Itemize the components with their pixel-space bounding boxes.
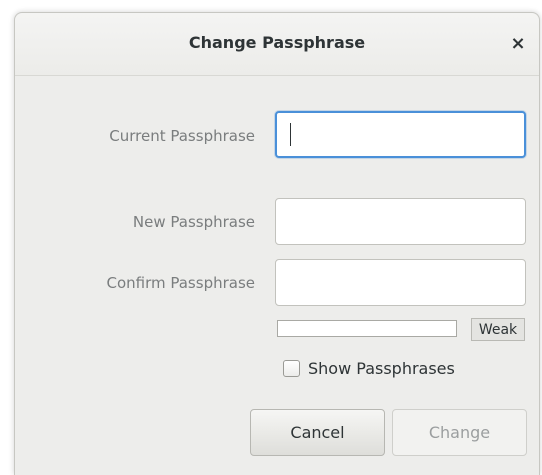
- current-passphrase-input[interactable]: [275, 111, 526, 158]
- confirm-passphrase-input[interactable]: [275, 259, 526, 306]
- confirm-passphrase-label: Confirm Passphrase: [106, 274, 255, 292]
- new-passphrase-label: New Passphrase: [132, 213, 255, 231]
- current-passphrase-label: Current Passphrase: [109, 127, 255, 145]
- change-button[interactable]: Change: [392, 409, 527, 456]
- close-button[interactable]: ×: [505, 30, 531, 56]
- passphrase-strength-bar: [277, 320, 457, 337]
- checkbox-box[interactable]: [283, 360, 300, 377]
- show-passphrases-label: Show Passphrases: [308, 359, 455, 378]
- text-caret: [290, 123, 291, 146]
- passphrase-strength-label: Weak: [471, 318, 525, 341]
- dialog-title: Change Passphrase: [188, 33, 366, 52]
- change-passphrase-dialog: Change Passphrase × Current Passphrase N…: [14, 12, 540, 475]
- close-icon: ×: [510, 32, 526, 54]
- cancel-button[interactable]: Cancel: [250, 409, 385, 456]
- dialog-titlebar: Change Passphrase ×: [15, 13, 539, 76]
- show-passphrases-checkbox[interactable]: Show Passphrases: [283, 359, 455, 378]
- new-passphrase-input[interactable]: [275, 198, 526, 245]
